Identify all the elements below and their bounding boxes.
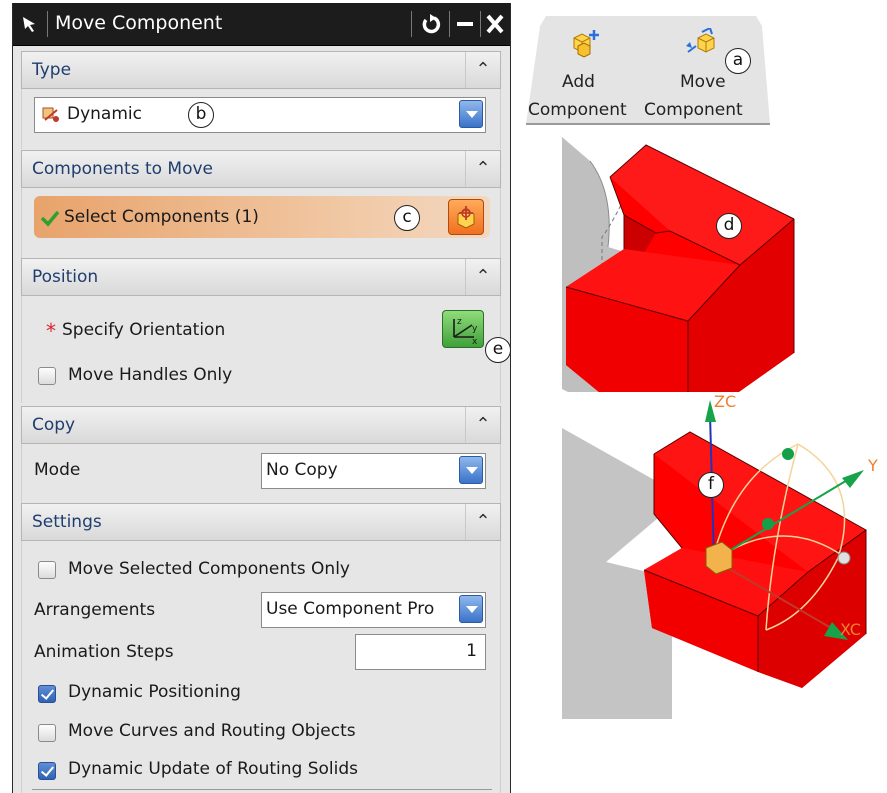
select-component-button[interactable] bbox=[448, 199, 484, 235]
dialog-title: Move Component bbox=[55, 12, 223, 34]
move-component-icon bbox=[686, 28, 715, 53]
section-settings-header[interactable]: Settings ⌃ bbox=[21, 503, 501, 541]
add-component-button[interactable]: Add Component bbox=[528, 22, 638, 122]
section-divider bbox=[32, 789, 492, 790]
yc-axis-label: Y bbox=[868, 456, 878, 475]
close-icon[interactable] bbox=[481, 9, 509, 39]
mode-label: Mode bbox=[34, 460, 81, 480]
svg-text:y: y bbox=[472, 324, 478, 334]
collapse-icon[interactable]: ⌃ bbox=[465, 259, 500, 295]
section-copy-body: Mode No Copy bbox=[21, 444, 501, 504]
graphics-view-selected[interactable]: d bbox=[562, 137, 802, 411]
copy-mode-select[interactable]: No Copy bbox=[261, 453, 486, 489]
select-object-icon bbox=[457, 206, 475, 229]
selected-part-model bbox=[562, 137, 802, 411]
section-settings-body: Move Selected Components Only Arrangemen… bbox=[21, 541, 501, 793]
move-component-button[interactable]: Move Component bbox=[644, 22, 764, 122]
section-settings-label: Settings bbox=[32, 512, 102, 532]
graphics-view-dynamic[interactable]: ZC Y XC f bbox=[562, 392, 887, 719]
callout-a: a bbox=[725, 48, 751, 74]
title-divider bbox=[47, 11, 48, 37]
callout-d: d bbox=[716, 213, 742, 239]
collapse-icon[interactable]: ⌃ bbox=[465, 407, 500, 443]
collapse-icon[interactable]: ⌃ bbox=[465, 52, 500, 88]
copy-mode-value: No Copy bbox=[266, 460, 338, 480]
animation-steps-value: 1 bbox=[466, 641, 477, 661]
arrangements-label: Arrangements bbox=[34, 600, 156, 620]
section-copy-header[interactable]: Copy ⌃ bbox=[21, 406, 501, 444]
dynamic-positioning-checkbox[interactable] bbox=[38, 685, 56, 703]
collapse-icon[interactable]: ⌃ bbox=[465, 504, 500, 540]
csys-icon: z y x bbox=[453, 317, 478, 345]
specify-orientation-label: Specify Orientation bbox=[62, 320, 226, 340]
callout-c: c bbox=[394, 205, 420, 231]
add-component-label-1: Add bbox=[562, 72, 595, 92]
arrangements-value: Use Component Pro bbox=[266, 599, 435, 619]
callout-b: b bbox=[188, 102, 214, 128]
move-curves-checkbox[interactable] bbox=[38, 724, 56, 742]
svg-text:z: z bbox=[457, 317, 462, 327]
section-type-body: Dynamic b bbox=[21, 89, 501, 149]
dropdown-arrow-icon[interactable] bbox=[459, 456, 483, 484]
collapse-icon[interactable]: ⌃ bbox=[465, 151, 500, 187]
move-selected-only-checkbox[interactable] bbox=[38, 561, 56, 579]
specify-orientation-button[interactable]: z y x bbox=[442, 310, 484, 348]
move-component-dialog: Move Component Type ⌃ Dynamic b Componen… bbox=[12, 3, 511, 793]
arrangements-select[interactable]: Use Component Pro bbox=[261, 592, 486, 628]
section-position-header[interactable]: Position ⌃ bbox=[21, 258, 501, 296]
dropdown-arrow-icon[interactable] bbox=[459, 100, 483, 128]
section-components-body: Select Components (1) c bbox=[21, 188, 501, 258]
callout-f: f bbox=[698, 472, 724, 498]
move-curves-label: Move Curves and Routing Objects bbox=[68, 721, 356, 741]
svg-text:x: x bbox=[472, 337, 478, 345]
move-handles-only-checkbox[interactable] bbox=[38, 367, 56, 385]
dynamic-type-icon bbox=[42, 107, 59, 122]
reset-icon[interactable] bbox=[417, 9, 445, 39]
section-position-label: Position bbox=[32, 267, 99, 287]
section-components-label: Components to Move bbox=[32, 159, 214, 179]
title-divider bbox=[411, 11, 412, 37]
animation-steps-label: Animation Steps bbox=[34, 642, 174, 662]
type-select[interactable]: Dynamic bbox=[34, 97, 486, 133]
section-type-label: Type bbox=[32, 60, 72, 80]
callout-e: e bbox=[485, 337, 510, 363]
xc-axis-label: XC bbox=[840, 620, 861, 639]
type-value: Dynamic bbox=[67, 104, 142, 124]
checkmark-icon bbox=[40, 210, 60, 227]
dialog-title-bar[interactable]: Move Component bbox=[13, 3, 510, 46]
arrow-cursor-icon bbox=[23, 17, 35, 32]
animation-steps-input[interactable]: 1 bbox=[355, 634, 486, 670]
section-components-header[interactable]: Components to Move ⌃ bbox=[21, 150, 501, 188]
assembly-ribbon: Add Component Move Component a bbox=[526, 16, 770, 126]
section-copy-label: Copy bbox=[32, 415, 76, 435]
dynamic-move-model bbox=[562, 392, 887, 719]
select-components-row[interactable]: Select Components (1) bbox=[34, 196, 490, 238]
section-position-body: * Specify Orientation z y x e Move Handl… bbox=[21, 296, 510, 403]
add-component-icon bbox=[573, 30, 599, 58]
title-divider bbox=[449, 11, 450, 37]
select-components-label: Select Components (1) bbox=[64, 207, 259, 227]
section-type-header[interactable]: Type ⌃ bbox=[21, 51, 501, 89]
move-component-label-1: Move bbox=[680, 72, 726, 92]
zc-axis-label: ZC bbox=[714, 392, 737, 411]
required-marker: * bbox=[46, 319, 56, 343]
move-handles-only-label: Move Handles Only bbox=[68, 365, 233, 385]
move-component-label-2: Component bbox=[644, 100, 743, 120]
add-component-label-2: Component bbox=[528, 100, 627, 120]
dynamic-update-checkbox[interactable] bbox=[38, 762, 56, 780]
move-selected-only-label: Move Selected Components Only bbox=[68, 559, 350, 579]
dynamic-positioning-label: Dynamic Positioning bbox=[68, 682, 241, 702]
dynamic-update-label: Dynamic Update of Routing Solids bbox=[68, 759, 359, 779]
dropdown-arrow-icon[interactable] bbox=[459, 595, 483, 623]
minimize-icon[interactable] bbox=[451, 9, 479, 39]
